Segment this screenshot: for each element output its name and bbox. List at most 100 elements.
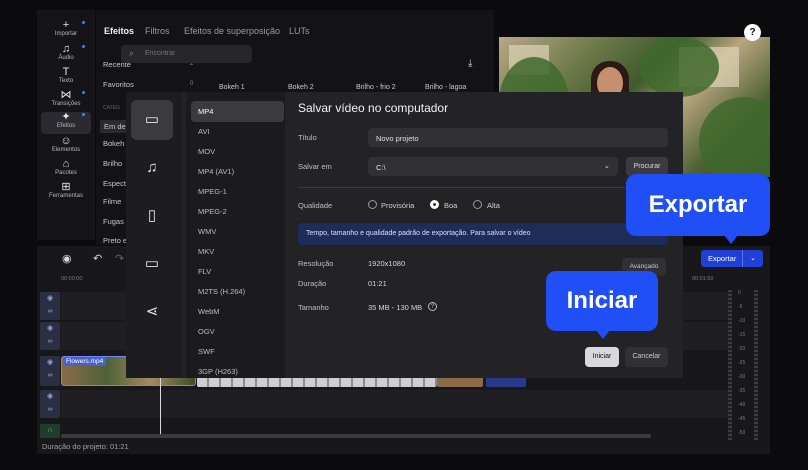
format-item[interactable]: FLV [198, 267, 211, 276]
start-button[interactable]: Iniciar [585, 347, 619, 367]
rail-item-ferramentas[interactable]: ⊞ Ferramentas [41, 182, 91, 204]
tab-filtros[interactable]: Filtros [145, 26, 170, 36]
meter-label: -40 [738, 402, 746, 408]
meter-bar-right [754, 290, 758, 440]
duration-value: 01:21 [368, 279, 387, 288]
undo-icon[interactable]: ↶ [93, 252, 102, 265]
quality-info-banner: Tempo, tamanho e qualidade padrão de exp… [298, 223, 668, 245]
format-item[interactable]: M2TS (H.264) [198, 287, 245, 296]
rail-item-efeitos[interactable]: ✦ Efeitos [41, 112, 91, 134]
eye-icon[interactable]: ◉ [40, 390, 60, 403]
duration-label: Duração [298, 279, 327, 288]
link-icon[interactable]: ∞ [40, 305, 60, 318]
category-favoritos[interactable]: Favoritos [103, 80, 134, 89]
help-icon[interactable]: ? [744, 24, 761, 41]
link-icon[interactable]: ∞ [40, 335, 60, 348]
rail-item-texto[interactable]: T Texto [41, 67, 91, 89]
format-item[interactable]: WMV [198, 227, 216, 236]
music-icon[interactable]: ♫ [131, 148, 173, 188]
title-field[interactable]: Novo projeto [368, 128, 668, 147]
format-item[interactable]: MKV [198, 247, 214, 256]
rail-label: Efeitos [56, 123, 76, 129]
quality-radio-alta[interactable] [473, 200, 482, 209]
search-placeholder: Encontrar [145, 50, 176, 57]
quality-radio-boa[interactable] [430, 200, 439, 209]
link-icon[interactable]: ∞ [40, 403, 60, 416]
quality-option-label[interactable]: Alta [487, 201, 500, 210]
rail-item-audio[interactable]: ♫ Áudio [41, 44, 91, 66]
search-icon: ⌕ [129, 48, 135, 58]
format-item[interactable]: SWF [198, 347, 215, 356]
quality-option-label[interactable]: Boa [444, 201, 457, 210]
resolution-label: Resolução [298, 259, 334, 268]
headphones-icon[interactable]: ∩ [40, 424, 60, 437]
meter-label: -25 [738, 360, 746, 366]
category-brilho[interactable]: Brilho [103, 159, 122, 168]
audio-track-header[interactable]: ∩ [40, 424, 60, 438]
project-duration: Duração do projeto: 01:21 [42, 442, 129, 451]
chevron-down-icon[interactable]: ⌄ [742, 250, 763, 267]
format-item[interactable]: 3GP (H263) [198, 367, 238, 376]
rail-label: Pacotes [55, 170, 77, 176]
quality-radio-provisoria[interactable] [368, 200, 377, 209]
redo-icon[interactable]: ↷ [115, 252, 124, 265]
effect-thumb-label[interactable]: Bokeh 2 [288, 84, 314, 91]
link-icon[interactable]: ∞ [40, 369, 60, 382]
rail-item-elementos[interactable]: ☺ Elementos [41, 136, 91, 158]
chevron-down-icon: ⌄ [603, 161, 610, 170]
rail-item-transicoes[interactable]: ⋈ Transições [41, 90, 91, 112]
track-header[interactable]: ◉ ∞ [40, 292, 60, 320]
computer-video-icon[interactable]: ▭ [131, 100, 173, 140]
save-location-label: Salvar em [298, 162, 332, 171]
format-item[interactable]: MP4 [198, 107, 213, 116]
category-fugas[interactable]: Fugas [103, 217, 124, 226]
download-icon[interactable]: ⤓ [468, 58, 472, 69]
share-icon[interactable]: ⋖ [131, 292, 173, 332]
meter-label: -50 [738, 430, 746, 436]
quality-option-label[interactable]: Provisória [381, 201, 414, 210]
phone-icon[interactable]: ▯ [131, 196, 173, 236]
category-bokeh[interactable]: Bokeh [103, 139, 124, 148]
timeline-scrollbar[interactable] [61, 434, 651, 438]
track-header[interactable]: ◉ ∞ [40, 390, 60, 418]
rail-label: Elementos [51, 147, 81, 153]
info-icon[interactable]: ? [428, 302, 437, 311]
save-location-select[interactable]: C:\ ⌄ [368, 157, 618, 176]
eye-icon[interactable]: ◉ [40, 322, 60, 335]
format-item[interactable]: MOV [198, 147, 215, 156]
effect-thumb-label[interactable]: Brilho - lagoa [425, 84, 466, 91]
search-input[interactable]: ⌕ Encontrar [121, 45, 252, 63]
format-item[interactable]: MP4 (AV1) [198, 167, 234, 176]
effect-thumb-label[interactable]: Bokeh 1 [219, 84, 245, 91]
category-espectro[interactable]: Espect [103, 179, 126, 188]
eye-icon[interactable]: ◉ [40, 356, 60, 369]
record-icon[interactable]: ◉ [62, 252, 72, 265]
meter-label: -10 [738, 318, 746, 324]
format-item[interactable]: MPEG-2 [198, 207, 227, 216]
new-dot-icon [82, 45, 85, 48]
track-row[interactable] [61, 390, 731, 418]
rail-item-pacotes[interactable]: ⌂ Pacotes [41, 159, 91, 181]
tv-icon[interactable]: ▭ [131, 244, 173, 284]
format-item[interactable]: MPEG-1 [198, 187, 227, 196]
rail-label: Texto [58, 78, 74, 84]
meter-bar-left [728, 290, 732, 440]
rail-item-importar[interactable]: + Importar [41, 20, 91, 42]
ruler-label: 00:00:00 [61, 276, 83, 282]
track-header[interactable]: ◉ ∞ [40, 356, 60, 386]
track-header[interactable]: ◉ ∞ [40, 322, 60, 350]
save-location-value: C:\ [376, 163, 386, 172]
effect-thumb-label[interactable]: Brilho - frio 2 [356, 84, 396, 91]
format-item[interactable]: AVI [198, 127, 210, 136]
tab-efeitos[interactable]: Efeitos [104, 26, 134, 36]
category-preto-e-branco[interactable]: Preto e [103, 236, 127, 245]
format-item[interactable]: OGV [198, 327, 215, 336]
tab-luts[interactable]: LUTs [289, 26, 310, 36]
meter-label: -35 [738, 388, 746, 394]
eye-icon[interactable]: ◉ [40, 292, 60, 305]
size-value: 35 MB - 130 MB [368, 303, 423, 312]
tab-superposicao[interactable]: Efeitos de superposição [184, 26, 280, 36]
category-filme[interactable]: Filme [103, 197, 121, 206]
cancel-button[interactable]: Cancelar [625, 347, 668, 367]
format-item[interactable]: WebM [198, 307, 220, 316]
